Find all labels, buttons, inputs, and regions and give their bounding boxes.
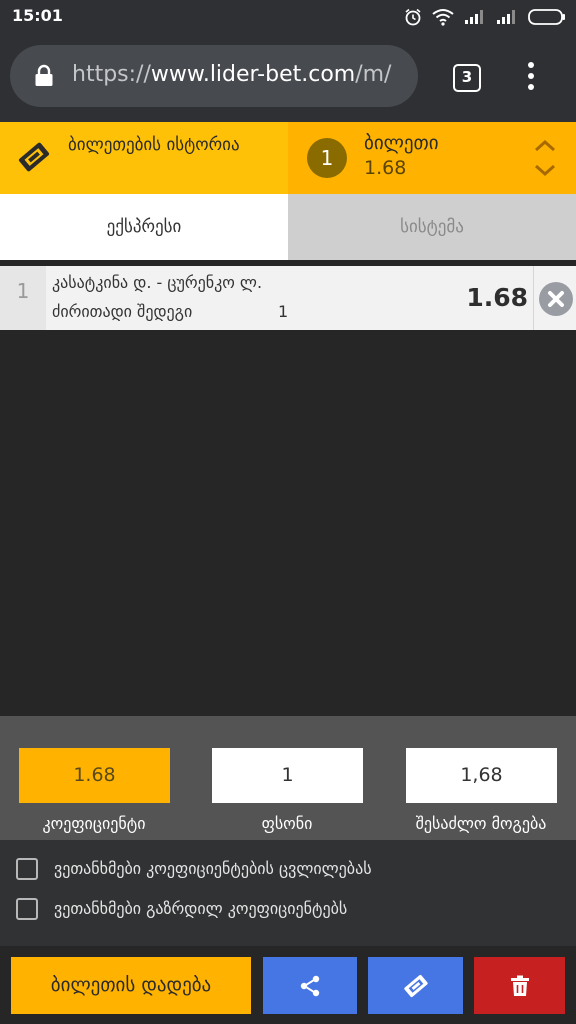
url-path: /m/ [355,62,392,87]
status-bar: 15:01 [0,0,576,34]
close-icon [548,291,564,307]
possible-win-field: 1,68 [406,748,557,803]
current-ticket-toggle[interactable]: 1 ბილეთი 1.68 [288,122,576,194]
battery-icon [528,9,565,25]
url-scheme: https:// [72,62,151,87]
share-button[interactable] [263,957,357,1014]
accept-odds-change-label[interactable]: ვეთანხმები კოეფიციენტების ცვლილებას [54,859,372,878]
wifi-icon [432,9,454,26]
selection-outcome: 1 [278,302,289,321]
trash-icon [510,975,529,996]
accept-increased-odds-checkbox[interactable] [16,898,38,920]
selection-odds: 1.68 [466,283,528,312]
ticket-total-odds: 1.68 [364,157,407,179]
ticket-title: ბილეთი [364,132,439,154]
total-odds-field: 1.68 [19,748,170,803]
delete-ticket-button[interactable] [474,957,565,1014]
selection-row: 1 კასატკინა დ. - ცურენკო ლ. ძირითადი შედ… [0,266,576,330]
tab-switcher-button[interactable]: 3 [453,64,481,92]
stake-label: ფსონი [261,814,313,833]
signal-icon [497,10,515,24]
browser-toolbar: https://www.lider-bet.com/m/ 3 [0,34,576,122]
divider [533,266,534,330]
url-host: www.lider-bet.com [150,62,356,87]
agreements: ვეთანხმები კოეფიციენტების ცვლილებას ვეთა… [0,840,576,946]
possible-win-label: შესაძლო მოგება [415,814,547,833]
accept-increased-odds-label[interactable]: ვეთანხმები გაზრდილ კოეფიციენტებს [54,899,347,918]
status-time: 15:01 [12,6,63,25]
ticket-history-button[interactable]: ბილეთების ისტორია [0,122,288,194]
signal-icon [465,10,483,24]
alarm-icon [405,8,421,26]
selection-market: ძირითადი შედეგი [52,302,193,321]
expand-collapse-icon[interactable] [532,138,558,178]
ticket-count-badge: 1 [307,138,347,178]
betslip-header: ბილეთების ისტორია 1 ბილეთი 1.68 [0,122,576,194]
action-bar: ბილეთის დადება [0,946,576,1024]
selection-match: კასატკინა დ. - ცურენკო ლ. [52,273,263,292]
overflow-menu-icon[interactable] [525,62,537,94]
url-text[interactable]: https://www.lider-bet.com/m/ [72,62,406,87]
ticket-icon [18,142,50,172]
remove-selection-button[interactable] [539,282,573,316]
selection-index: 1 [0,266,46,330]
selections-empty-area [0,330,576,716]
accept-odds-change-checkbox[interactable] [16,858,38,880]
ticket-button[interactable] [368,957,463,1014]
stake-panel: 1.68 1 1,68 კოეფიციენტი ფსონი შესაძლო მო… [0,716,576,840]
ticket-icon [403,974,428,997]
lock-icon [35,64,53,86]
bet-type-tabs: ექსპრესი სისტემა [0,194,576,260]
stake-input[interactable]: 1 [212,748,363,803]
ticket-history-label: ბილეთების ისტორია [68,135,240,155]
address-bar[interactable]: https://www.lider-bet.com/m/ [10,45,418,107]
status-icons [404,6,566,28]
share-icon [300,975,320,996]
place-bet-button[interactable]: ბილეთის დადება [11,957,251,1014]
total-odds-label: კოეფიციენტი [42,814,146,833]
tab-express[interactable]: ექსპრესი [0,194,288,260]
tab-system[interactable]: სისტემა [288,194,576,260]
